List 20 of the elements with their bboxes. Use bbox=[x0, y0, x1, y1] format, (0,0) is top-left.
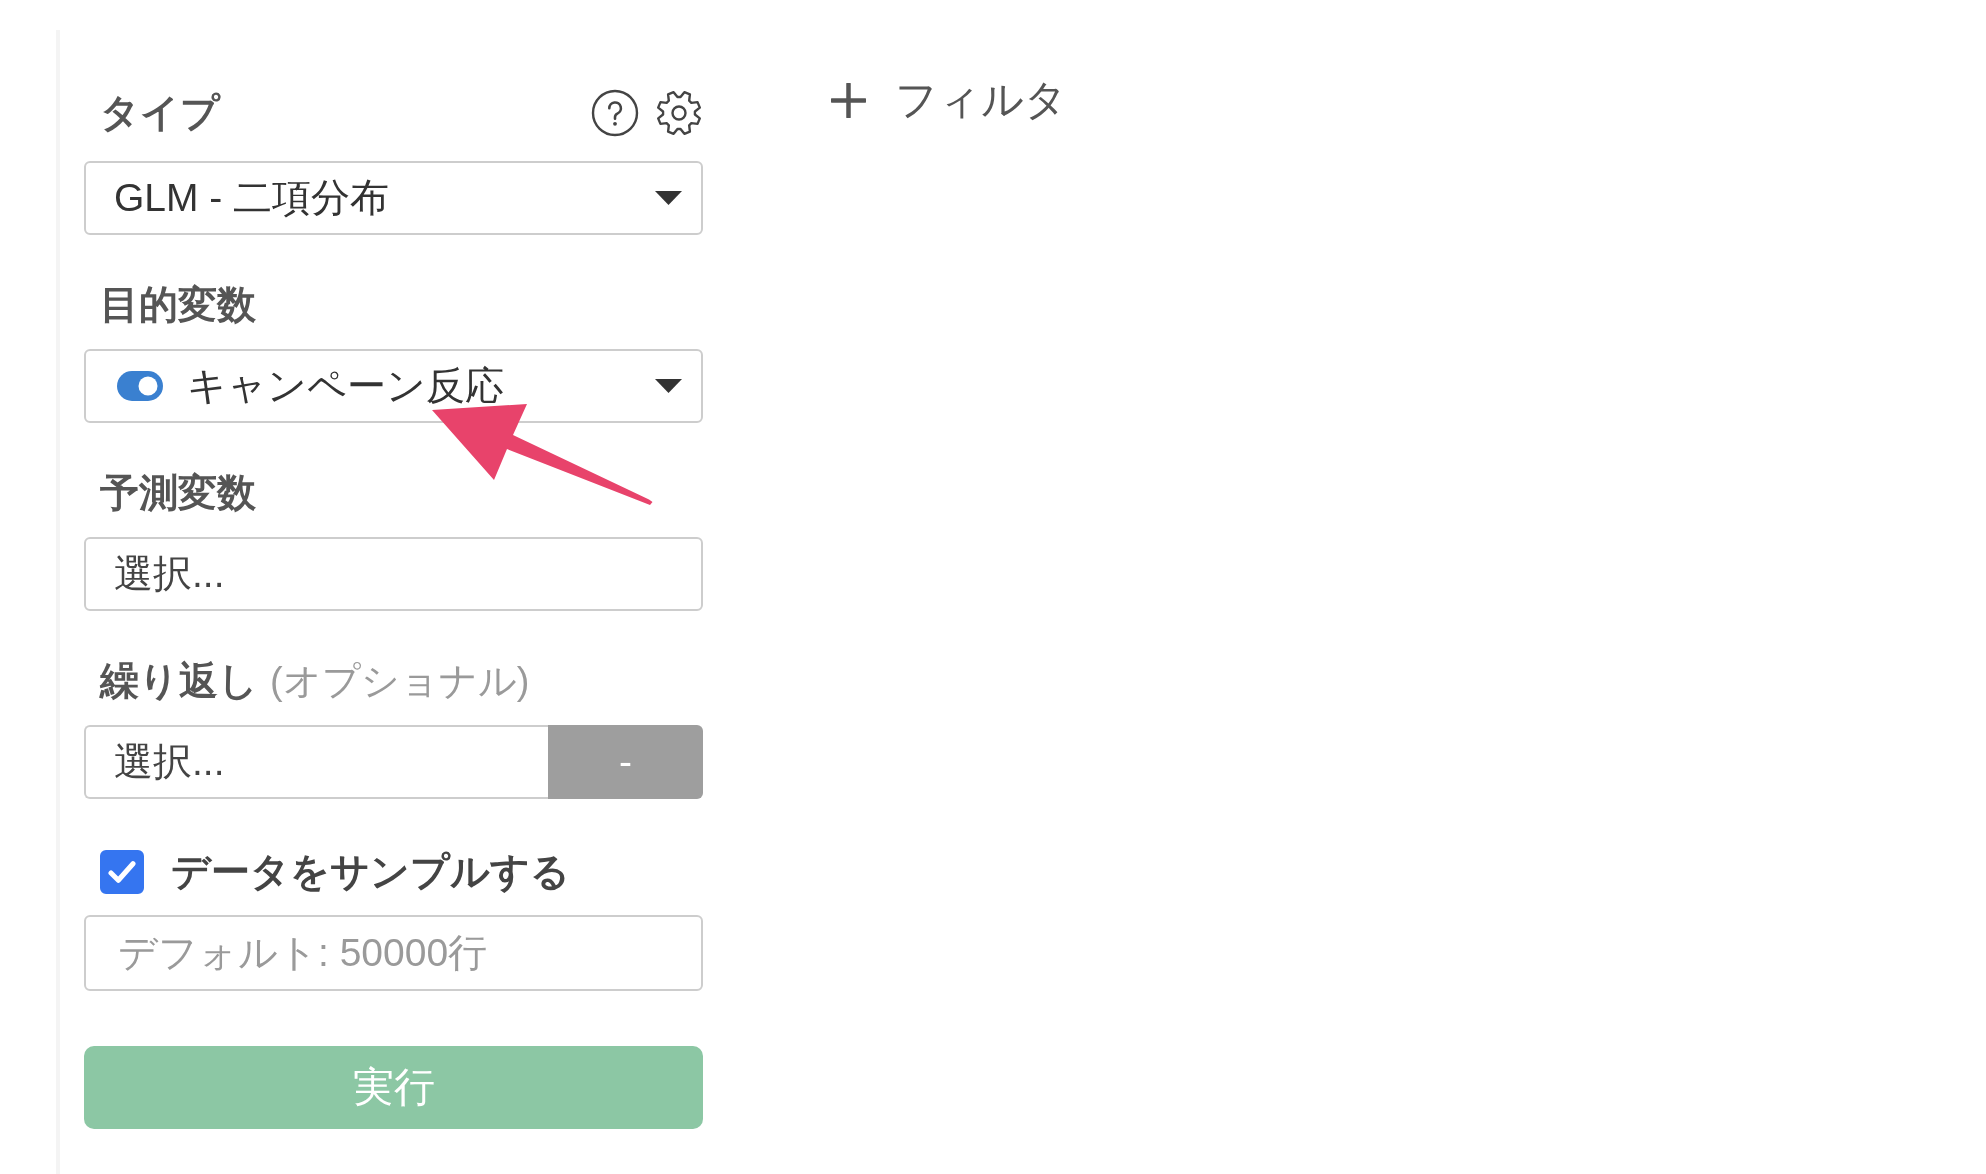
plus-icon bbox=[831, 82, 866, 118]
field-label: 目的変数 bbox=[99, 283, 256, 327]
field-label: 繰り返し bbox=[98, 659, 258, 703]
sample-label: データをサンプルする bbox=[171, 850, 570, 894]
repeat-field[interactable]: 選択... bbox=[84, 725, 548, 799]
predictor-field[interactable]: 選択... bbox=[84, 537, 703, 611]
checkmark-icon bbox=[108, 861, 136, 883]
model-type-select[interactable]: GLM - 二項分布 bbox=[84, 161, 703, 235]
caret-icon bbox=[655, 191, 682, 205]
caret-icon bbox=[655, 379, 682, 393]
field-label: タイプ bbox=[99, 91, 222, 135]
optional-hint: (オプショナル) bbox=[270, 659, 530, 703]
checkbox[interactable] bbox=[100, 850, 144, 894]
help-icon[interactable] bbox=[591, 89, 639, 137]
toggle-icon bbox=[117, 371, 163, 401]
sample-size-field[interactable]: デフォルト: 50000行 bbox=[84, 915, 703, 991]
field-label: 予測変数 bbox=[99, 471, 256, 515]
add-filter-button[interactable]: フィルタ bbox=[831, 74, 1067, 126]
settings-icon[interactable] bbox=[655, 89, 703, 137]
target-variable-select[interactable]: キャンペーン反応 bbox=[84, 349, 703, 423]
